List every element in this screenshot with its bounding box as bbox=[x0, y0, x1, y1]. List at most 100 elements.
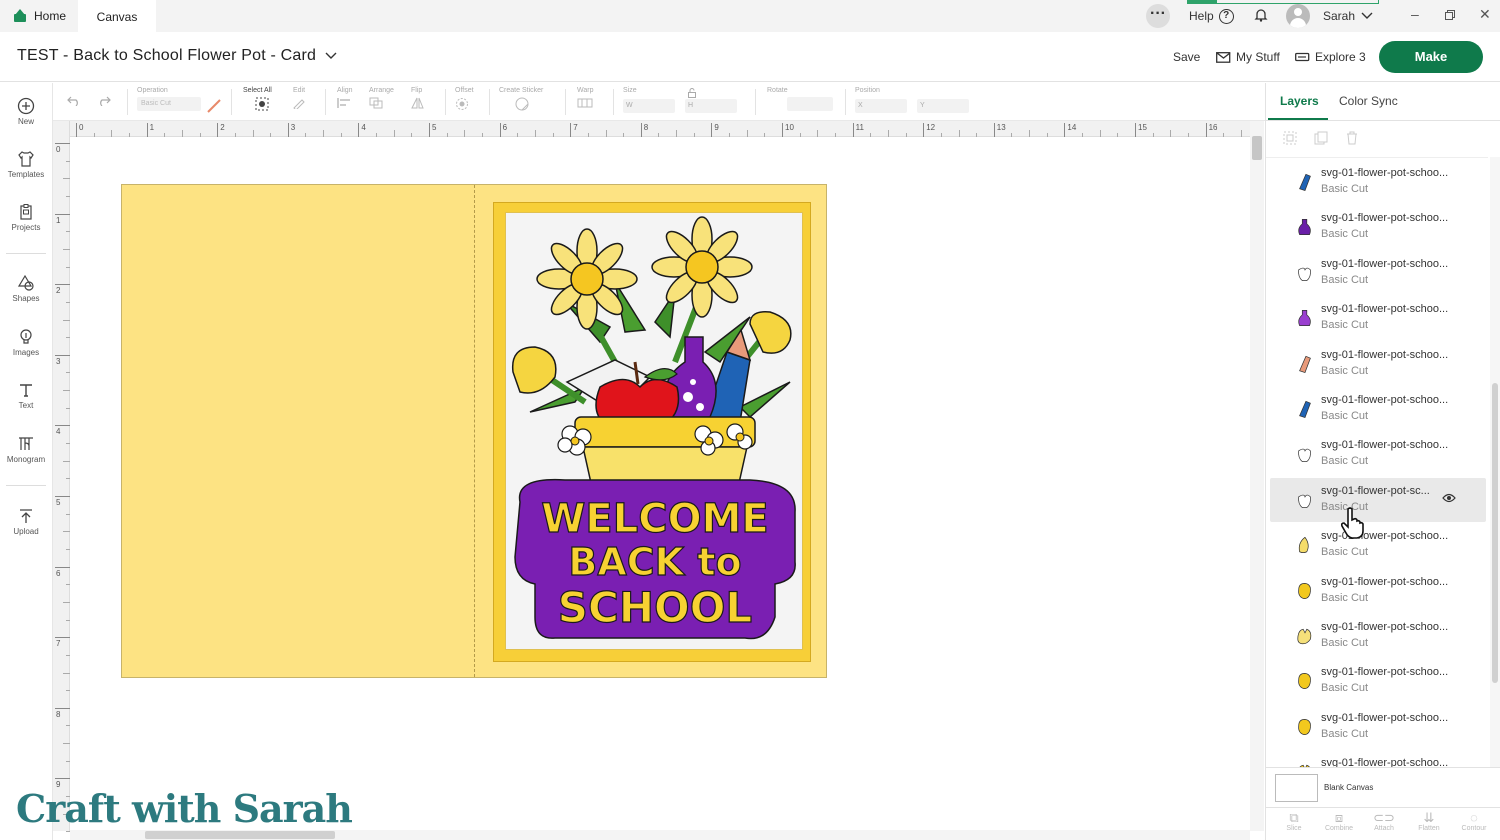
size-fields[interactable]: Size W H bbox=[623, 87, 737, 113]
project-title[interactable]: TEST - Back to School Flower Pot - Card bbox=[17, 47, 337, 65]
horizontal-ruler: 0 1 2 3 4 5 6 7 8 9 10 11 12 13 14 15 16 bbox=[70, 121, 1260, 137]
rail-item-text[interactable]: Text bbox=[0, 381, 52, 410]
rail-item-projects[interactable]: Projects bbox=[0, 203, 52, 232]
layer-operation: Basic Cut bbox=[1321, 273, 1369, 286]
restore-icon[interactable] bbox=[1445, 10, 1455, 20]
layer-row[interactable]: svg-01-flower-pot-schoo...Basic Cut bbox=[1270, 750, 1486, 767]
layer-row[interactable]: svg-01-flower-pot-schoo...Basic Cut bbox=[1270, 569, 1486, 613]
help-button[interactable]: Help ? bbox=[1189, 0, 1234, 32]
ruler-minor-tick bbox=[1082, 133, 1084, 137]
more-options-button[interactable]: ··· bbox=[1146, 4, 1170, 28]
layer-row[interactable]: svg-01-flower-pot-schoo...Basic Cut bbox=[1270, 342, 1486, 386]
duplicate-icon[interactable] bbox=[1314, 131, 1328, 145]
daisy-center bbox=[570, 436, 580, 446]
flip-button[interactable]: Flip bbox=[411, 87, 429, 111]
flower-pot-design[interactable]: WELCOME BACK to SCHOOL bbox=[505, 212, 803, 650]
position-fields[interactable]: Position X Y bbox=[855, 87, 971, 113]
position-y-field[interactable]: Y bbox=[917, 99, 969, 113]
ruler-minor-tick bbox=[66, 231, 70, 233]
flatten-button[interactable]: ⇊ Flatten bbox=[1407, 811, 1451, 833]
layer-row[interactable]: svg-01-flower-pot-schoo...Basic Cut bbox=[1270, 387, 1486, 431]
size-w-field[interactable]: W bbox=[623, 99, 675, 113]
trash-icon[interactable] bbox=[1345, 131, 1359, 145]
align-button[interactable]: Align bbox=[337, 87, 355, 111]
arrange-button[interactable]: Arrange bbox=[369, 87, 394, 111]
layer-row[interactable]: svg-01-flower-pot-schoo...Basic Cut bbox=[1270, 432, 1486, 476]
rail-item-upload[interactable]: Upload bbox=[0, 507, 52, 536]
edit-button[interactable]: Edit bbox=[293, 87, 311, 111]
ruler-tick bbox=[146, 123, 148, 137]
ruler-label: 16 bbox=[1208, 123, 1218, 132]
lock-icon[interactable] bbox=[687, 88, 697, 98]
blank-canvas-row[interactable]: Blank Canvas bbox=[1266, 767, 1500, 807]
machine-button[interactable]: Explore 3 bbox=[1295, 50, 1366, 64]
layer-row[interactable]: svg-01-flower-pot-schoo...Basic Cut bbox=[1270, 205, 1486, 249]
close-icon[interactable]: ✕ bbox=[1479, 6, 1491, 23]
canvas-vertical-scrollbar[interactable] bbox=[1250, 121, 1264, 831]
eye-icon[interactable] bbox=[1442, 493, 1456, 503]
ruler-tick bbox=[55, 496, 70, 497]
contour-button[interactable]: ◌ Contour bbox=[1452, 811, 1496, 833]
canvas-horizontal-scroll-thumb[interactable] bbox=[145, 831, 335, 839]
ruler-minor-tick bbox=[1099, 130, 1101, 137]
minimize-icon[interactable]: – bbox=[1411, 6, 1419, 22]
flatten-label: Flatten bbox=[1418, 825, 1440, 832]
blank-canvas-swatch[interactable] bbox=[1275, 774, 1318, 802]
warp-button[interactable]: Warp bbox=[577, 87, 599, 111]
ruler-tick bbox=[217, 123, 219, 137]
rail-item-monogram[interactable]: Monogram bbox=[0, 435, 52, 464]
layer-thumbnail-icon bbox=[1298, 673, 1311, 690]
layer-row[interactable]: svg-01-flower-pot-schoo...Basic Cut bbox=[1270, 705, 1486, 749]
layers-panel: Layers Color Sync svg-01-flower-pot-scho… bbox=[1265, 83, 1500, 840]
layers-scroll-thumb[interactable] bbox=[1492, 383, 1498, 683]
size-h-field[interactable]: H bbox=[685, 99, 737, 113]
flip-icon bbox=[411, 97, 424, 109]
ruler-minor-tick bbox=[66, 195, 70, 197]
attach-button[interactable]: ⊂⊃ Attach bbox=[1362, 811, 1406, 833]
ruler-minor-tick bbox=[1240, 130, 1242, 137]
user-menu[interactable]: Sarah bbox=[1323, 0, 1373, 32]
tab-color-sync[interactable]: Color Sync bbox=[1339, 94, 1398, 108]
offset-button[interactable]: Offset bbox=[455, 87, 474, 113]
ruler-minor-tick bbox=[834, 133, 836, 137]
layer-name: svg-01-flower-pot-sc... bbox=[1321, 484, 1430, 497]
ruler-label: 11 bbox=[855, 123, 864, 132]
create-sticker-button[interactable]: Create Sticker bbox=[499, 87, 543, 113]
avatar[interactable] bbox=[1286, 4, 1310, 28]
rail-item-templates[interactable]: Templates bbox=[0, 150, 52, 179]
bell-icon[interactable] bbox=[1254, 8, 1268, 22]
layer-row[interactable]: svg-01-flower-pot-schoo...Basic Cut bbox=[1270, 251, 1486, 295]
rotate-field[interactable]: Rotate bbox=[767, 87, 833, 111]
tab-layers[interactable]: Layers bbox=[1280, 94, 1319, 108]
redo-icon[interactable] bbox=[97, 96, 111, 106]
pen-color-icon[interactable] bbox=[207, 99, 221, 113]
undo-icon[interactable] bbox=[67, 96, 81, 106]
layer-thumbnail-icon bbox=[1298, 582, 1311, 599]
rotate-input[interactable] bbox=[787, 97, 833, 111]
position-x-field[interactable]: X bbox=[855, 99, 907, 113]
layer-row[interactable]: svg-01-flower-pot-sc... Basic Cut bbox=[1270, 477, 1486, 522]
select-all-button[interactable]: Select All bbox=[243, 87, 272, 113]
rail-item-shapes[interactable]: Shapes bbox=[0, 274, 52, 303]
group-icon[interactable] bbox=[1283, 131, 1297, 145]
rail-item-images[interactable]: Images bbox=[0, 328, 52, 357]
slice-button[interactable]: ⧉ Slice bbox=[1272, 811, 1316, 833]
save-button[interactable]: Save bbox=[1173, 50, 1200, 64]
operation-value: Basic Cut bbox=[137, 97, 201, 111]
canvas-vertical-scroll-thumb[interactable] bbox=[1252, 136, 1262, 160]
tab-home[interactable]: Home bbox=[0, 0, 78, 32]
layer-row[interactable]: svg-01-flower-pot-schoo...Basic Cut bbox=[1270, 659, 1486, 703]
layer-row[interactable]: svg-01-flower-pot-schoo...Basic Cut bbox=[1270, 523, 1486, 567]
ruler-tick bbox=[55, 213, 70, 215]
my-stuff-button[interactable]: My Stuff bbox=[1216, 50, 1280, 64]
back-to-text: BACK to bbox=[568, 540, 741, 584]
combine-icon: ⧈ bbox=[1334, 810, 1344, 825]
combine-button[interactable]: ⧈ Combine bbox=[1317, 810, 1361, 833]
layer-row[interactable]: svg-01-flower-pot-schoo...Basic Cut bbox=[1270, 296, 1486, 340]
tab-canvas[interactable]: Canvas bbox=[78, 0, 156, 32]
layer-row[interactable]: svg-01-flower-pot-schoo...Basic Cut bbox=[1270, 160, 1486, 204]
rail-item-new[interactable]: New bbox=[0, 97, 52, 126]
layer-row[interactable]: svg-01-flower-pot-schoo...Basic Cut bbox=[1270, 614, 1486, 658]
make-button[interactable]: Make bbox=[1379, 41, 1483, 73]
operation-select[interactable]: Operation Basic Cut bbox=[137, 87, 201, 111]
